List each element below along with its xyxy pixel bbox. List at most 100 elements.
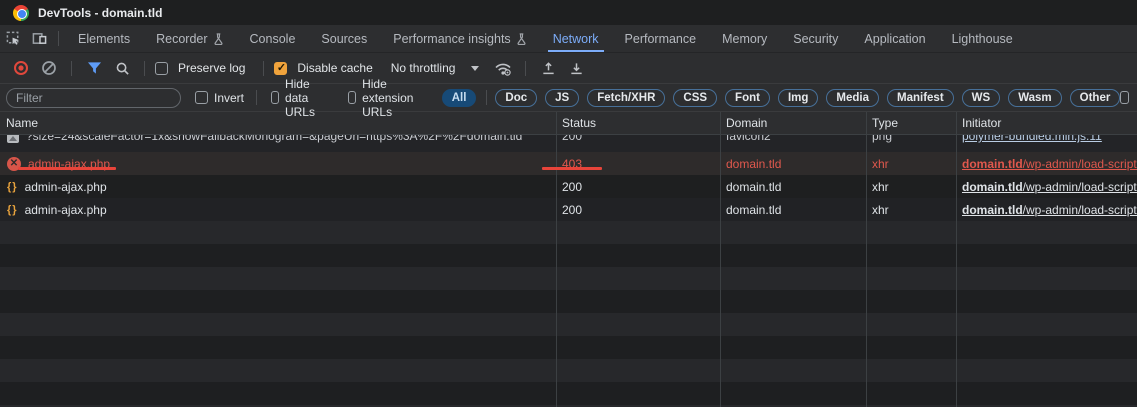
status-value: 200 [556, 203, 720, 217]
annotation-underline-name [18, 167, 116, 170]
column-header-status[interactable]: Status [556, 116, 720, 130]
divider [58, 31, 59, 46]
disable-cache-label: Disable cache [297, 61, 372, 75]
table-empty-row [0, 290, 1137, 313]
import-har-icon[interactable] [536, 56, 560, 80]
hide-data-urls-label: Hide data URLs [285, 77, 334, 119]
type-filter-js[interactable]: JS [545, 89, 579, 107]
table-empty-row [0, 244, 1137, 267]
status-value: 200 [562, 135, 582, 143]
initiator-link[interactable]: polymer-bundled.min.js:11 [962, 135, 1102, 143]
devtools-window: DevTools - domain.tld Elements Recorder … [0, 0, 1137, 407]
table-empty-row [0, 267, 1137, 290]
experiment-flask-icon [213, 33, 224, 45]
tab-lighthouse[interactable]: Lighthouse [939, 25, 1026, 52]
divider [263, 61, 264, 76]
tab-application[interactable]: Application [851, 25, 938, 52]
window-title: DevTools - domain.tld [38, 6, 162, 20]
annotation-underline-status [542, 167, 602, 170]
tab-performance[interactable]: Performance [612, 25, 710, 52]
divider [256, 90, 257, 105]
domain-value: domain.tld [720, 203, 866, 217]
column-header-domain[interactable]: Domain [720, 116, 866, 130]
column-divider [866, 112, 867, 407]
chrome-logo-icon [13, 5, 29, 21]
record-network-log-icon[interactable] [9, 56, 33, 80]
tab-memory[interactable]: Memory [709, 25, 780, 52]
invert-label: Invert [214, 91, 244, 105]
type-filter-wasm[interactable]: Wasm [1008, 89, 1061, 107]
tab-performance-insights[interactable]: Performance insights [380, 25, 539, 52]
request-row[interactable]: ✕ admin-ajax.php 403 domain.tld xhr doma… [0, 152, 1137, 175]
type-filter-media[interactable]: Media [826, 89, 879, 107]
type-value: png [872, 135, 892, 143]
type-value: xhr [866, 180, 956, 194]
title-bar: DevTools - domain.tld [0, 0, 1137, 25]
throttling-dropdown[interactable]: No throttling [391, 61, 480, 75]
type-filter-img[interactable]: Img [778, 89, 818, 107]
filter-input[interactable] [6, 88, 181, 108]
type-filter-manifest[interactable]: Manifest [887, 89, 954, 107]
table-empty-row [0, 359, 1137, 382]
table-empty-row [0, 382, 1137, 405]
network-toolbar: Preserve log Disable cache No throttling [0, 53, 1137, 84]
divider [525, 61, 526, 76]
column-header-name[interactable]: Name [0, 116, 556, 130]
type-filter-doc[interactable]: Doc [495, 89, 537, 107]
hide-extension-urls-checkbox[interactable] [348, 91, 356, 104]
tab-elements[interactable]: Elements [65, 25, 143, 52]
tab-recorder[interactable]: Recorder [143, 25, 236, 52]
domain-value: domain.tld [720, 157, 866, 171]
type-filter-other[interactable]: Other [1070, 89, 1121, 107]
network-filter-bar: Invert Hide data URLs Hide extension URL… [0, 84, 1137, 112]
preserve-log-checkbox[interactable] [155, 62, 168, 75]
tab-network[interactable]: Network [540, 25, 612, 52]
divider [486, 90, 487, 105]
type-filter-fetch-xhr[interactable]: Fetch/XHR [587, 89, 665, 107]
status-value: 200 [556, 180, 720, 194]
divider [71, 61, 72, 76]
invert-checkbox[interactable] [195, 91, 208, 104]
type-filter-ws[interactable]: WS [962, 89, 1001, 107]
blocked-cookies-checkbox[interactable] [1120, 91, 1129, 104]
type-filter-all[interactable]: All [442, 89, 477, 107]
active-tab-underline [548, 50, 604, 53]
disable-cache-checkbox[interactable] [274, 62, 287, 75]
request-row[interactable]: ?size=24&scaleFactor=1x&showFallbackMono… [0, 135, 1137, 152]
hide-extension-urls-label: Hide extension URLs [362, 77, 428, 119]
script-braces-icon: {} [7, 204, 18, 216]
tab-sources[interactable]: Sources [308, 25, 380, 52]
filter-funnel-icon[interactable] [82, 56, 106, 80]
initiator-link[interactable]: domain.tld/wp-admin/load-scripts.php [956, 203, 1137, 217]
device-toolbar-icon[interactable] [26, 25, 52, 52]
tab-console[interactable]: Console [237, 25, 309, 52]
chevron-down-icon [471, 66, 479, 71]
type-filter-font[interactable]: Font [725, 89, 770, 107]
request-name: ?size=24&scaleFactor=1x&showFallbackMono… [26, 135, 522, 143]
search-icon[interactable] [110, 56, 134, 80]
type-value: xhr [866, 203, 956, 217]
domain-value: favicon2 [726, 135, 771, 143]
tab-security[interactable]: Security [780, 25, 851, 52]
export-har-icon[interactable] [564, 56, 588, 80]
request-row[interactable]: {} admin-ajax.php 200 domain.tld xhr dom… [0, 198, 1137, 221]
initiator-link[interactable]: domain.tld/wp-admin/load-scripts.php [956, 180, 1137, 194]
request-name: admin-ajax.php [25, 203, 107, 217]
column-header-type[interactable]: Type [866, 116, 956, 130]
divider [144, 61, 145, 76]
initiator-link[interactable]: domain.tld/wp-admin/load-scripts.php [956, 157, 1137, 171]
column-divider [956, 112, 957, 407]
column-divider [720, 112, 721, 407]
image-icon [7, 135, 19, 143]
request-row[interactable]: {} admin-ajax.php 200 domain.tld xhr dom… [0, 175, 1137, 198]
column-header-initiator[interactable]: Initiator [956, 116, 1137, 130]
preserve-log-label: Preserve log [178, 61, 245, 75]
domain-value: domain.tld [720, 180, 866, 194]
network-conditions-icon[interactable] [491, 56, 515, 80]
type-value: xhr [866, 157, 956, 171]
inspect-element-icon[interactable] [0, 25, 26, 52]
type-filter-css[interactable]: CSS [673, 89, 717, 107]
hide-data-urls-checkbox[interactable] [271, 91, 279, 104]
script-braces-icon: {} [7, 181, 18, 193]
clear-network-log-icon[interactable] [37, 56, 61, 80]
